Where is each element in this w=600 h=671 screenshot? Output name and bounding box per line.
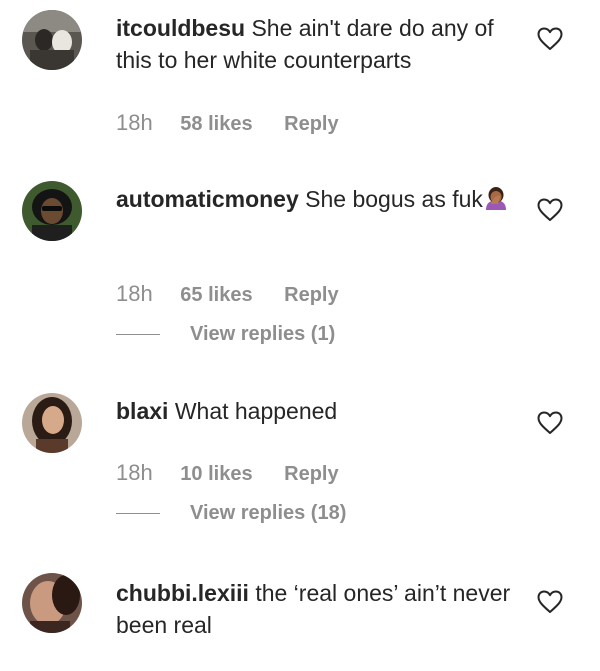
comment-text: chubbi.lexiii the ‘real ones’ ain’t neve…: [116, 577, 516, 641]
heart-icon[interactable]: [537, 411, 563, 435]
heart-icon[interactable]: [537, 27, 563, 51]
avatar[interactable]: [22, 10, 82, 70]
comment-likes[interactable]: 10 likes: [180, 463, 252, 485]
heart-icon[interactable]: [537, 590, 563, 614]
comment-meta: 18h 65 likes Reply: [116, 281, 339, 307]
person-facepalming-emoji: [483, 185, 509, 211]
comment-meta: 18h 58 likes Reply: [116, 110, 339, 136]
avatar[interactable]: [22, 573, 82, 633]
avatar[interactable]: [22, 181, 82, 241]
comment-meta: 18h 10 likes Reply: [116, 460, 339, 486]
view-replies-button[interactable]: View replies (18): [116, 502, 346, 525]
comment-time: 18h: [116, 460, 153, 485]
reply-button[interactable]: Reply: [284, 463, 338, 485]
view-replies-label: View replies (1): [190, 323, 336, 345]
view-replies-label: View replies (18): [190, 502, 347, 524]
comment-username[interactable]: blaxi: [116, 398, 168, 424]
avatar[interactable]: [22, 393, 82, 453]
comment-body: She bogus as fuk: [305, 186, 483, 212]
comment-body: What happened: [174, 398, 338, 424]
comment-text: itcouldbesu She ain't dare do any of thi…: [116, 12, 516, 76]
divider-line: [116, 334, 160, 335]
comment-text: blaxi What happened: [116, 395, 516, 427]
comment-likes[interactable]: 65 likes: [180, 284, 252, 306]
comment-likes[interactable]: 58 likes: [180, 113, 252, 135]
comment-username[interactable]: itcouldbesu: [116, 15, 245, 41]
reply-button[interactable]: Reply: [284, 284, 338, 306]
comment-username[interactable]: automaticmoney: [116, 186, 299, 212]
view-replies-button[interactable]: View replies (1): [116, 323, 335, 346]
comment-text: automaticmoney She bogus as fuk: [116, 183, 516, 215]
reply-button[interactable]: Reply: [284, 113, 338, 135]
divider-line: [116, 513, 160, 514]
comment-username[interactable]: chubbi.lexiii: [116, 580, 249, 606]
heart-icon[interactable]: [537, 198, 563, 222]
comment-time: 18h: [116, 110, 153, 135]
comment-time: 18h: [116, 281, 153, 306]
